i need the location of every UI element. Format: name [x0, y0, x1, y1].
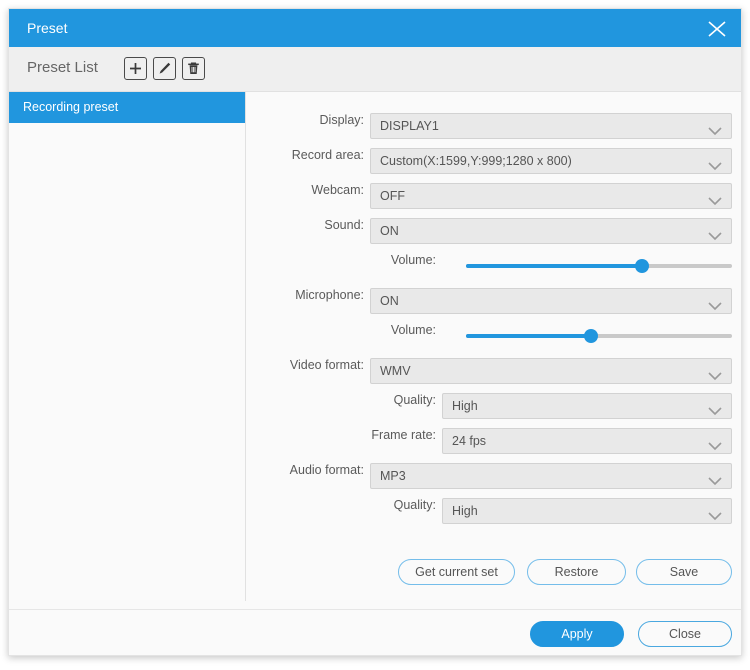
field-label-webcam-2: Webcam: [311, 183, 364, 197]
chevron-down-icon [708, 438, 722, 456]
dropdown-value: ON [380, 224, 399, 238]
dropdown-value: OFF [380, 189, 405, 203]
field-label-sound-3: Sound: [324, 218, 364, 232]
chevron-down-icon [708, 298, 722, 316]
slider-label-1: Volume: [390, 323, 436, 337]
slider-fill [466, 264, 642, 268]
add-preset-button[interactable] [124, 57, 147, 80]
title-bar: Preset [9, 9, 741, 47]
field-label-frame-rate-7: Frame rate: [371, 428, 436, 442]
window-title: Preset [27, 20, 68, 36]
field-label-display-0: Display: [319, 113, 364, 127]
preset-list-header: Preset List [9, 47, 741, 92]
dropdown-value: WMV [380, 364, 411, 378]
edit-preset-button[interactable] [153, 57, 176, 80]
slider-thumb[interactable] [584, 329, 599, 343]
dropdown-value: High [452, 504, 478, 518]
preset-sidebar: Recording preset [9, 92, 246, 601]
dropdown-value: High [452, 399, 478, 413]
dropdown-webcam-2[interactable]: OFF [370, 183, 732, 209]
preset-dialog: Preset Preset List Recording preset Disp… [8, 8, 742, 656]
field-label-microphone-4: Microphone: [295, 288, 364, 302]
dropdown-quality-9[interactable]: High [442, 498, 732, 524]
field-label-quality-9: Quality: [393, 498, 436, 512]
field-label-video-format-5: Video format: [289, 358, 364, 372]
chevron-down-icon [708, 403, 722, 421]
preset-list-title: Preset List [27, 59, 98, 76]
delete-preset-button[interactable] [182, 57, 205, 80]
dropdown-frame-rate-7[interactable]: 24 fps [442, 428, 732, 454]
chevron-down-icon [708, 368, 722, 386]
apply-button[interactable]: Apply [530, 621, 624, 647]
dialog-footer: Apply Close [9, 610, 741, 655]
dropdown-video-format-5[interactable]: WMV [370, 358, 732, 384]
field-label-quality-6: Quality: [393, 393, 436, 407]
dropdown-value: DISPLAY1 [380, 119, 439, 133]
field-label-audio-format-8: Audio format: [289, 463, 364, 477]
chevron-down-icon [708, 228, 722, 246]
dropdown-value: 24 fps [452, 434, 487, 448]
chevron-down-icon [708, 123, 722, 141]
chevron-down-icon [708, 158, 722, 176]
dropdown-audio-format-8[interactable]: MP3 [370, 463, 732, 489]
dropdown-value: MP3 [380, 469, 406, 483]
slider-track[interactable] [466, 329, 732, 343]
chevron-down-icon [708, 508, 722, 526]
save-button[interactable]: Save [636, 559, 732, 585]
close-button[interactable]: Close [638, 621, 732, 647]
slider-track[interactable] [466, 259, 732, 273]
field-label-record-area-1: Record area: [291, 148, 364, 162]
dropdown-display-0[interactable]: DISPLAY1 [370, 113, 732, 139]
slider-label-0: Volume: [390, 253, 436, 267]
restore-button[interactable]: Restore [527, 559, 626, 585]
close-window-button[interactable] [693, 9, 741, 47]
dropdown-microphone-4[interactable]: ON [370, 288, 732, 314]
dropdown-quality-6[interactable]: High [442, 393, 732, 419]
get-current-set-button[interactable]: Get current set [398, 559, 515, 585]
chevron-down-icon [708, 473, 722, 491]
dropdown-value: Custom(X:1599,Y:999;1280 x 800) [380, 154, 572, 168]
dropdown-sound-3[interactable]: ON [370, 218, 732, 244]
preset-settings-panel: Display: DISPLAY1 Record area: Custom(X:159… [246, 92, 741, 601]
chevron-down-icon [708, 193, 722, 211]
slider-thumb[interactable] [634, 259, 649, 273]
dropdown-record-area-1[interactable]: Custom(X:1599,Y:999;1280 x 800) [370, 148, 732, 174]
dropdown-value: ON [380, 294, 399, 308]
preset-list-item-recording-preset[interactable]: Recording preset [9, 92, 245, 123]
slider-fill [466, 334, 592, 338]
